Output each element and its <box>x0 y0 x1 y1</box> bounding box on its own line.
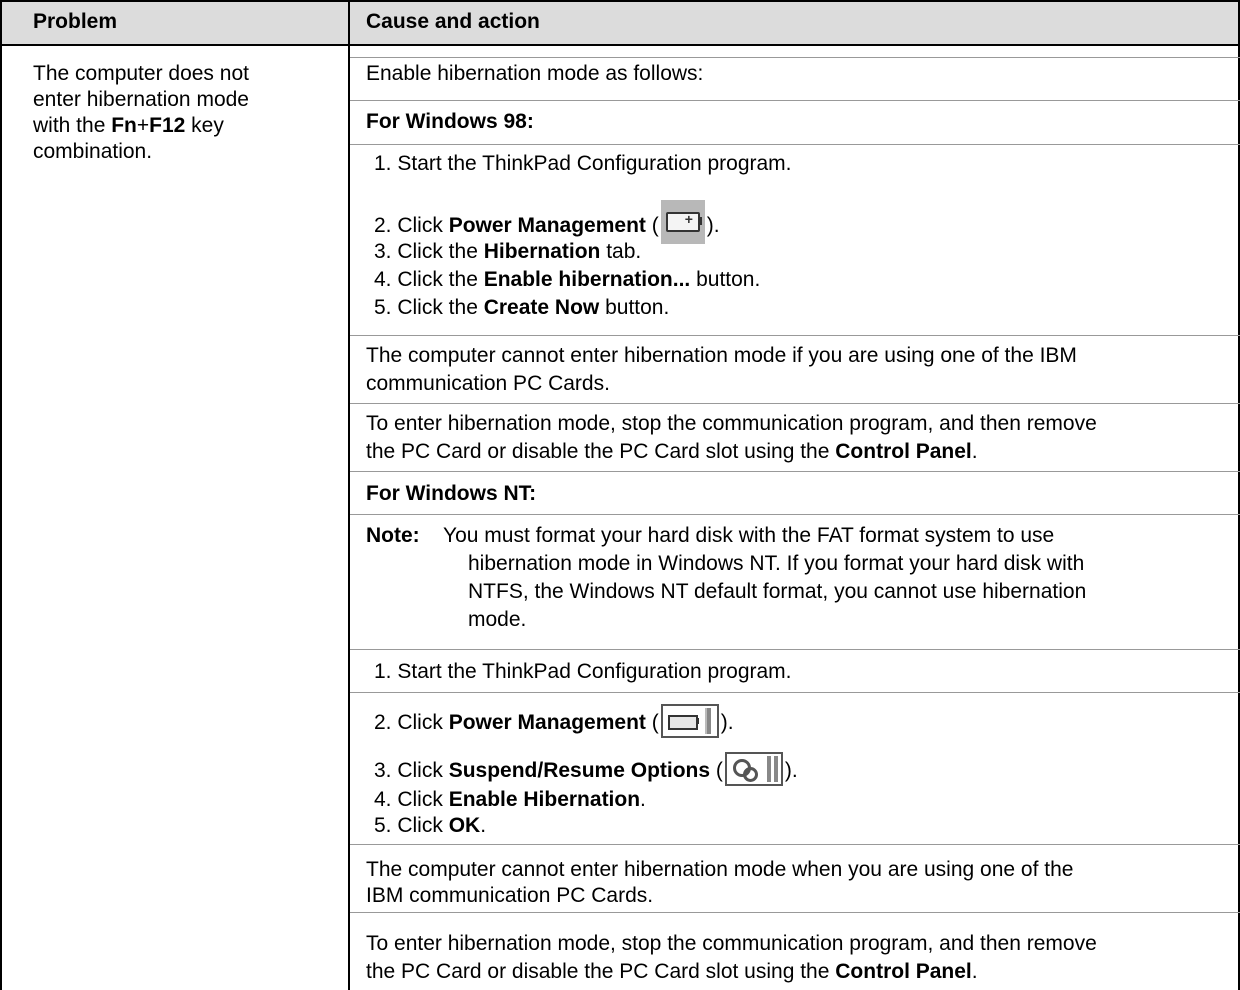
step-text: . <box>480 814 487 837</box>
problem-line: enter hibernation mode <box>33 88 249 111</box>
step-text: button. <box>599 296 670 319</box>
step-bold: OK <box>448 814 481 837</box>
step-text: 5. Click <box>374 814 449 837</box>
step-bold: Enable Hibernation <box>448 788 641 811</box>
step-text: 2. Click <box>374 214 449 237</box>
step-text: ). <box>784 759 798 782</box>
nt-step-2: 2. Click Power Management (). <box>374 704 734 738</box>
header-divider <box>0 44 1240 46</box>
step-text: 3. Click <box>374 759 449 782</box>
problem-line: combination. <box>33 140 153 163</box>
win98-paragraph-2: the PC Card or disable the PC Card slot … <box>366 440 978 464</box>
paragraph-bold: Control Panel <box>835 440 972 463</box>
nt-step-1: 1. Start the ThinkPad Configuration prog… <box>374 660 792 683</box>
cause-intro: Enable hibernation mode as follows: <box>366 62 704 85</box>
win98-step-2: 2. Click Power Management (+). <box>374 200 720 244</box>
note-text: NTFS, the Windows NT default format, you… <box>468 580 1087 603</box>
nt-paragraph-1: The computer cannot enter hibernation mo… <box>366 858 1074 881</box>
troubleshooting-table: Problem Cause and action The computer do… <box>0 0 1240 990</box>
windowsnt-heading: For Windows NT: <box>366 482 537 505</box>
note-label: Note: <box>366 524 420 547</box>
step-text: 4. Click <box>374 788 449 811</box>
battery-icon <box>660 704 719 738</box>
step-text: 3. Click the <box>374 240 484 263</box>
row-separator <box>350 100 1240 101</box>
step-text: ). <box>720 711 734 734</box>
win98-step-5: 5. Click the Create Now button. <box>374 296 669 320</box>
key-plus: + <box>136 114 150 137</box>
row-separator <box>350 692 1240 693</box>
nt-paragraph-2: the PC Card or disable the PC Card slot … <box>366 960 978 984</box>
win98-step-3: 3. Click the Hibernation tab. <box>374 240 641 264</box>
nt-paragraph-1: IBM communication PC Cards. <box>366 884 654 907</box>
row-separator <box>350 57 1240 58</box>
paragraph-text: the PC Card or disable the PC Card slot … <box>366 960 836 983</box>
table-left-border <box>0 0 2 990</box>
key-fn: Fn <box>111 114 137 137</box>
step-text: ). <box>706 214 720 237</box>
step-bold: Enable hibernation... <box>483 268 691 291</box>
windows98-heading: For Windows 98: <box>366 110 534 133</box>
header-problem: Problem <box>33 10 118 33</box>
paragraph-text: the PC Card or disable the PC Card slot … <box>366 440 836 463</box>
nt-paragraph-2: To enter hibernation mode, stop the comm… <box>366 932 1097 955</box>
step-text: button. <box>690 268 761 291</box>
problem-line: The computer does not <box>33 62 249 85</box>
step-text: ( <box>645 711 659 734</box>
step-text: 2. Click <box>374 711 449 734</box>
gears-icon <box>724 752 783 786</box>
step-bold: Power Management <box>448 214 646 237</box>
nt-step-5: 5. Click OK. <box>374 814 486 838</box>
problem-text: with the <box>33 114 112 137</box>
step-text: ( <box>710 759 723 782</box>
row-separator <box>350 514 1240 515</box>
win98-step-1: 1. Start the ThinkPad Configuration prog… <box>374 152 792 175</box>
step-bold: Create Now <box>483 296 600 319</box>
row-separator <box>350 144 1240 145</box>
step-text: 4. Click the <box>374 268 484 291</box>
paragraph-bold: Control Panel <box>835 960 972 983</box>
win98-paragraph-2: To enter hibernation mode, stop the comm… <box>366 412 1097 435</box>
row-separator <box>350 912 1240 913</box>
step-bold: Suspend/Resume Options <box>448 759 711 782</box>
row-separator <box>350 335 1240 336</box>
problem-text: key <box>185 114 224 137</box>
row-separator <box>350 844 1240 845</box>
note-text: You must format your hard disk with the … <box>443 524 1055 547</box>
key-f12: F12 <box>149 114 186 137</box>
paragraph-text: . <box>971 960 978 983</box>
step-bold: Hibernation <box>483 240 601 263</box>
note-text: hibernation mode in Windows NT. If you f… <box>468 552 1085 575</box>
table-top-border <box>0 0 1240 2</box>
note-text: mode. <box>468 608 527 631</box>
problem-line: with the Fn+F12 key <box>33 114 224 138</box>
win98-paragraph-1: communication PC Cards. <box>366 372 610 395</box>
row-separator <box>350 471 1240 472</box>
step-text: 5. Click the <box>374 296 484 319</box>
step-text: tab. <box>600 240 642 263</box>
battery-icon: + <box>660 200 705 244</box>
step-bold: Power Management <box>448 711 646 734</box>
header-cause: Cause and action <box>366 10 540 33</box>
paragraph-text: . <box>971 440 978 463</box>
row-separator <box>350 649 1240 650</box>
column-divider <box>348 0 350 990</box>
step-text: ( <box>645 214 659 237</box>
win98-paragraph-1: The computer cannot enter hibernation mo… <box>366 344 1077 367</box>
step-text: . <box>640 788 646 811</box>
row-separator <box>350 403 1240 404</box>
win98-step-4: 4. Click the Enable hibernation... butto… <box>374 268 760 292</box>
nt-step-3: 3. Click Suspend/Resume Options (). <box>374 752 798 786</box>
nt-step-4: 4. Click Enable Hibernation. <box>374 788 646 812</box>
table-header-band <box>0 0 1240 44</box>
